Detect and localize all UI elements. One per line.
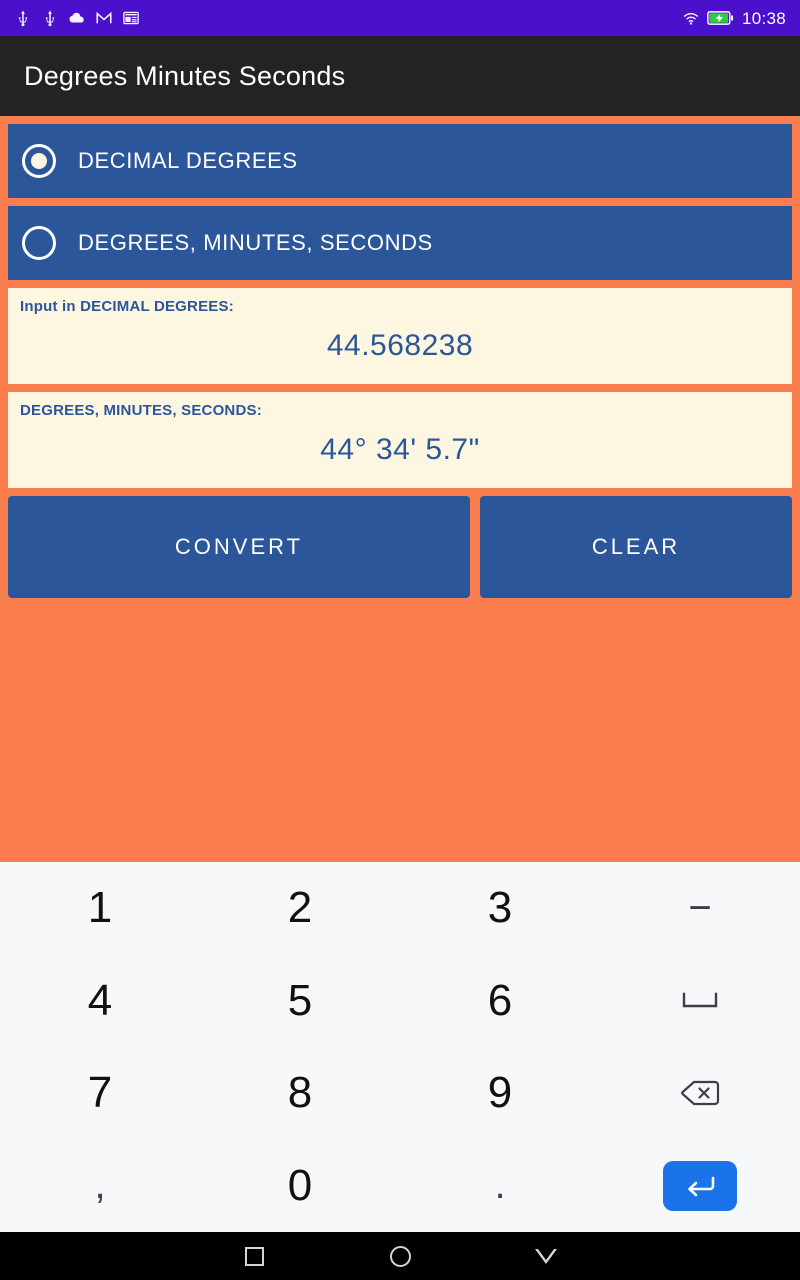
key-minus[interactable]: − [600,862,800,955]
output-field-card: DEGREES, MINUTES, SECONDS: 44° 34' 5.7" [8,392,792,488]
backspace-icon [681,1081,720,1106]
back-button[interactable] [531,1241,561,1271]
app-bar: Degrees Minutes Seconds [0,36,800,116]
radio-option-label: DECIMAL DEGREES [78,148,298,173]
radio-option-degrees-minutes-seconds[interactable]: DEGREES, MINUTES, SECONDS [8,206,792,280]
key-1[interactable]: 1 [0,862,200,955]
key-4[interactable]: 4 [0,955,200,1048]
key-comma[interactable]: , [0,1140,200,1233]
status-bar-clock: 10:38 [741,8,786,28]
decimal-degrees-input[interactable]: 44.568238 [20,329,780,363]
usb-icon [45,10,55,27]
enter-key-pill[interactable] [663,1160,737,1211]
system-navigation-bar [0,1232,800,1280]
usb-icon [18,10,28,27]
key-6[interactable]: 6 [400,955,600,1048]
action-button-row: CONVERT CLEAR [8,496,792,598]
key-7[interactable]: 7 [0,1047,200,1140]
key-3[interactable]: 3 [400,862,600,955]
key-backspace[interactable] [600,1047,800,1140]
key-8[interactable]: 8 [200,1047,400,1140]
key-enter[interactable] [600,1140,800,1233]
key-space[interactable] [600,955,800,1048]
dms-output-value: 44° 34' 5.7" [320,433,480,466]
radio-selected-icon[interactable] [22,144,56,178]
status-bar: 10:38 [0,0,800,36]
convert-button[interactable]: CONVERT [8,496,470,598]
radio-unselected-icon[interactable] [22,226,56,260]
radio-option-label: DEGREES, MINUTES, SECONDS [78,230,433,255]
enter-arrow-icon [688,1176,715,1197]
news-icon [123,11,139,25]
clear-button[interactable]: CLEAR [480,496,792,598]
input-field-label: Input in DECIMAL DEGREES: [20,298,234,315]
back-triangle-icon [535,1248,557,1264]
radio-option-decimal-degrees[interactable]: DECIMAL DEGREES [8,124,792,198]
gmail-icon [96,11,112,24]
input-field-card[interactable]: Input in DECIMAL DEGREES: 44.568238 [8,288,792,384]
status-bar-right-icons: 10:38 [682,9,786,27]
phone-screen: 10:38 Degrees Minutes Seconds DECIMAL DE… [0,0,800,1280]
page-title: Degrees Minutes Seconds [24,60,346,91]
cloud-icon [69,12,84,23]
battery-charging-icon [707,11,734,25]
wifi-icon [683,12,699,25]
key-5[interactable]: 5 [200,955,400,1048]
status-bar-left-icons [14,9,140,27]
key-period[interactable]: . [400,1140,600,1233]
main-content: DECIMAL DEGREES DEGREES, MINUTES, SECOND… [0,116,800,862]
key-0[interactable]: 0 [200,1140,400,1233]
key-2[interactable]: 2 [200,862,400,955]
recents-button[interactable] [239,1241,269,1271]
space-bar-icon [682,992,718,1007]
home-button[interactable] [385,1241,415,1271]
output-field-label: DEGREES, MINUTES, SECONDS: [20,402,262,419]
key-9[interactable]: 9 [400,1047,600,1140]
recents-square-icon [244,1246,264,1266]
numeric-keyboard: 1 2 3 − 4 5 6 7 8 9 , 0 . [0,862,800,1232]
home-circle-icon [389,1245,411,1267]
